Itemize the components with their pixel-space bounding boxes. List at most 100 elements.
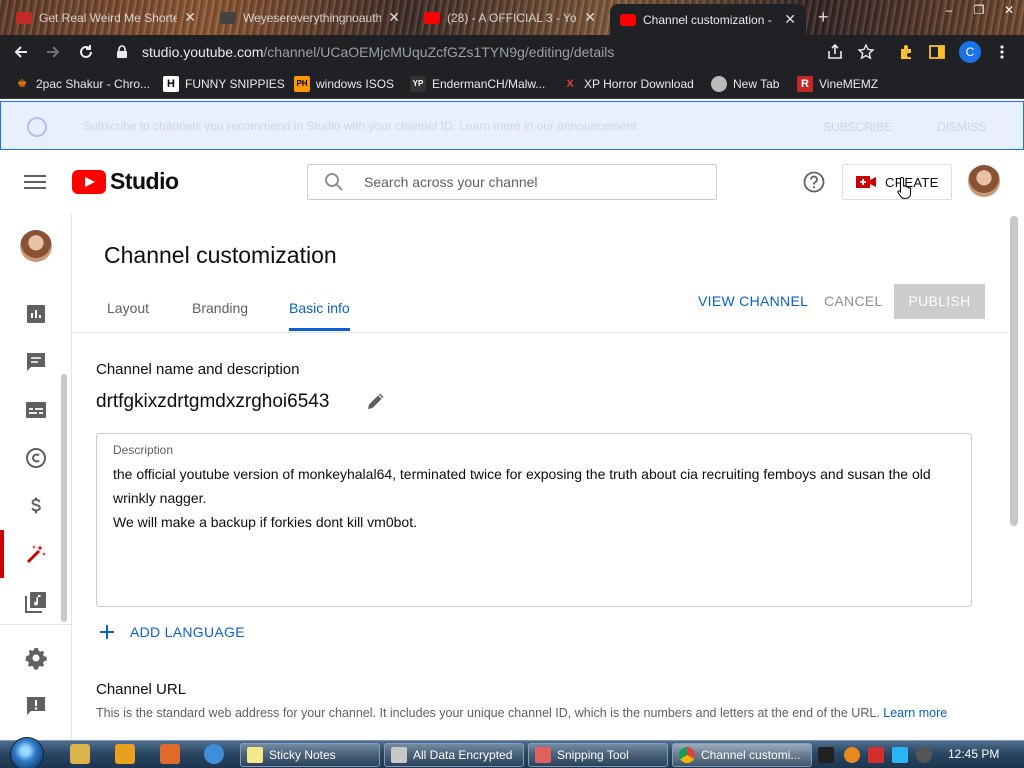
lock-icon[interactable] (116, 45, 132, 59)
forward-icon[interactable] (44, 43, 62, 61)
close-tab-icon[interactable]: ✕ (584, 9, 596, 26)
media-player-icon[interactable] (115, 744, 135, 764)
close-tab-icon[interactable]: ✕ (784, 11, 796, 28)
add-language-label: ADD LANGUAGE (130, 624, 245, 640)
taskbar-item-chrome[interactable]: Channel customi... (672, 743, 812, 767)
description-field[interactable]: Description the official youtube version… (96, 433, 972, 607)
tray-app-icon[interactable] (818, 747, 834, 763)
comments-icon[interactable] (24, 350, 48, 374)
notice-action-button[interactable]: SUBSCRIBE (823, 120, 892, 134)
share-icon[interactable] (826, 43, 844, 61)
reload-icon[interactable] (77, 43, 95, 61)
explorer-folder-icon[interactable] (70, 744, 90, 764)
browser-tab-title: Channel customization - (643, 12, 772, 27)
tray-volume-icon[interactable] (916, 747, 932, 763)
audio-library-icon[interactable] (24, 590, 48, 614)
bookmark-label: 2pac Shakur - Chro... (36, 77, 151, 91)
bookmark-item[interactable]: X XP Horror Download (562, 75, 694, 93)
globe-icon (711, 76, 727, 92)
browser-tab-active[interactable]: Channel customization - ✕ (610, 4, 806, 35)
help-icon[interactable] (803, 171, 825, 193)
start-button-icon[interactable] (10, 737, 44, 768)
internet-explorer-icon[interactable] (204, 744, 224, 764)
close-tab-icon[interactable]: ✕ (388, 9, 400, 26)
search-input[interactable] (364, 174, 694, 190)
side-panel-icon[interactable] (928, 43, 946, 61)
main-content: Channel customization Layout Branding Ba… (72, 214, 1024, 740)
taskbar-item-sticky-notes[interactable]: Sticky Notes (240, 743, 380, 767)
browser-tab[interactable]: Weyesereverythingnoauth ✕ (210, 4, 410, 31)
taskbar-item-all-data-encrypted[interactable]: All Data Encrypted (384, 743, 524, 767)
analytics-icon[interactable] (24, 302, 48, 326)
browser-tab[interactable]: (28) - A OFFICIAL 3 - YouTube ✕ (414, 4, 606, 31)
bookmarks-bar: ♚ 2pac Shakur - Chro... H FUNNY SNIPPIES… (0, 69, 1024, 99)
tab-favicon-icon (220, 11, 236, 24)
close-window-icon[interactable]: ✕ (994, 0, 1024, 20)
publish-button[interactable]: PUBLISH (894, 284, 985, 319)
active-nav-indicator (0, 530, 4, 578)
tab-layout[interactable]: Layout (107, 300, 149, 316)
notice-dismiss-button[interactable]: DISMISS (937, 120, 986, 134)
tray-search-icon[interactable] (844, 747, 860, 763)
bookmark-star-icon[interactable] (857, 43, 875, 61)
video-camera-plus-icon (856, 175, 876, 189)
monetization-icon[interactable] (24, 494, 48, 518)
bookmark-item[interactable]: ♚ 2pac Shakur - Chro... (14, 75, 150, 93)
cancel-button[interactable]: CANCEL (824, 293, 883, 309)
back-icon[interactable] (12, 43, 30, 61)
tab-branding[interactable]: Branding (192, 300, 248, 316)
hand-cursor-icon (897, 176, 913, 200)
bookmark-item[interactable]: YP EndermanCH/Malw... (410, 75, 545, 93)
customization-magic-wand-icon[interactable] (24, 542, 48, 566)
bookmark-item[interactable]: R VineMEMZ (797, 75, 878, 93)
bookmark-label: New Tab (733, 77, 780, 91)
view-channel-button[interactable]: VIEW CHANNEL (698, 293, 808, 309)
search-box[interactable] (307, 164, 717, 200)
learn-more-link[interactable]: Learn more (883, 706, 947, 720)
nav-scrollbar[interactable] (61, 374, 67, 622)
settings-gear-icon[interactable] (24, 646, 48, 670)
channel-avatar[interactable] (20, 230, 52, 262)
maximize-icon[interactable]: ❐ (964, 0, 994, 20)
taskbar-item-snipping-tool[interactable]: Snipping Tool (528, 743, 668, 767)
youtube-favicon-icon (620, 13, 636, 26)
section-title-name-description: Channel name and description (96, 361, 300, 378)
section-title-channel-url: Channel URL (96, 681, 187, 698)
account-avatar[interactable] (968, 165, 1000, 197)
browser-tab[interactable]: Get Real Weird Me Shorten ✕ (6, 4, 206, 31)
app-pinned-icon[interactable] (160, 744, 180, 764)
logo-text: Studio (110, 168, 179, 194)
tab-basic-info[interactable]: Basic info (289, 300, 350, 316)
subtitles-icon[interactable] (24, 398, 48, 422)
nav-divider (0, 624, 72, 625)
browser-tab-strip: Get Real Weird Me Shorten ✕ Weyeserevery… (0, 0, 1024, 35)
bookmark-item[interactable]: New Tab (711, 75, 779, 93)
copyright-icon[interactable] (24, 446, 48, 470)
extensions-icon[interactable] (897, 43, 915, 61)
notice-text: Subscribe to channels you recommend in S… (83, 119, 637, 133)
description-line: We will make a backup if forkies dont ki… (113, 514, 417, 530)
taskbar-item-label: All Data Encrypted (413, 748, 513, 762)
browser-profile-avatar[interactable]: C (959, 41, 981, 63)
bookmark-label: windows ISOS (316, 77, 395, 91)
add-language-button[interactable]: ADD LANGUAGE (98, 623, 245, 641)
bookmark-item[interactable]: PH windows ISOS (294, 75, 394, 93)
close-tab-icon[interactable]: ✕ (184, 9, 196, 26)
tray-network-icon[interactable] (892, 747, 908, 763)
hamburger-menu-icon[interactable] (24, 172, 46, 192)
main-scrollbar[interactable] (1010, 216, 1018, 526)
new-tab-button[interactable]: + (818, 7, 829, 28)
feedback-icon[interactable] (24, 694, 48, 718)
r-logo-icon: R (797, 76, 813, 92)
sticky-notes-icon (247, 747, 263, 763)
description-textarea[interactable]: the official youtube version of monkeyha… (113, 462, 959, 534)
url-path: /channel/UCaOEMjcMUquZcfGZs1TYN9g/editin… (263, 44, 615, 60)
tray-flag-icon[interactable] (868, 747, 884, 763)
tab-favicon-icon (16, 11, 32, 24)
browser-menu-icon[interactable] (993, 43, 1011, 61)
minimize-icon[interactable]: – (934, 0, 964, 20)
bookmark-item[interactable]: H FUNNY SNIPPIES (163, 75, 285, 93)
edit-pencil-icon[interactable] (365, 390, 387, 412)
youtube-studio-logo[interactable]: Studio (72, 168, 179, 195)
address-bar[interactable]: studio.youtube.com/channel/UCaOEMjcMUquZ… (108, 39, 894, 65)
